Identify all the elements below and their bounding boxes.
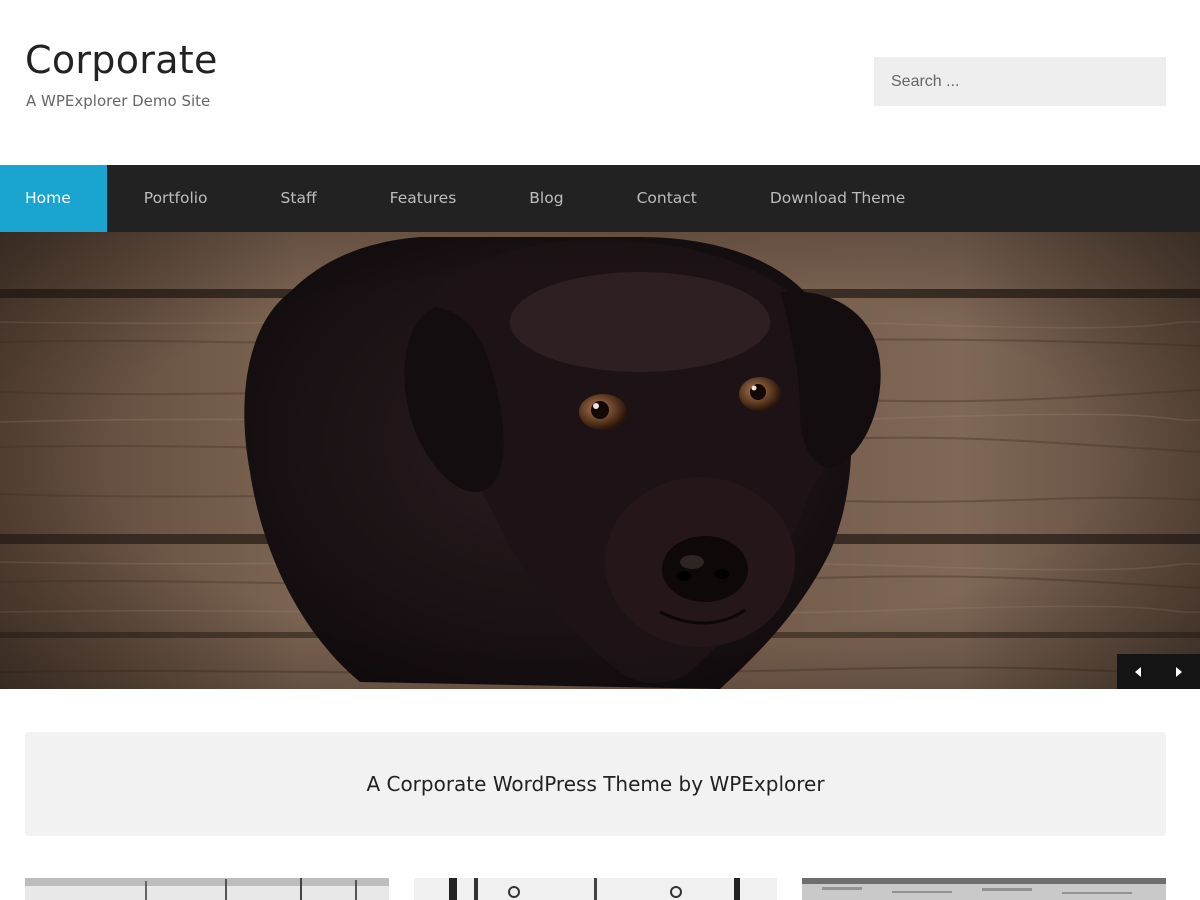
portfolio-thumbnail[interactable] <box>25 878 389 900</box>
grayscale-texture-image <box>802 878 1166 900</box>
slider-controls <box>1117 654 1200 689</box>
hero-slider[interactable] <box>0 232 1200 689</box>
intro-text: A Corporate WordPress Theme by WPExplore… <box>366 772 825 796</box>
slider-next-button[interactable] <box>1158 654 1199 689</box>
hero-puppy-image <box>0 232 1200 689</box>
portfolio-thumbnail[interactable] <box>414 878 777 900</box>
search-input[interactable] <box>874 57 1166 106</box>
intro-banner: A Corporate WordPress Theme by WPExplore… <box>25 732 1166 836</box>
site-tagline: A WPExplorer Demo Site <box>26 92 211 110</box>
nav-item-staff[interactable]: Staff <box>244 165 353 232</box>
triangle-left-icon <box>1134 666 1141 677</box>
nav-item-download-theme[interactable]: Download Theme <box>733 165 941 232</box>
portfolio-thumbnail[interactable] <box>802 878 1166 900</box>
main-navigation: Home Portfolio Staff Features Blog Conta… <box>0 165 1200 232</box>
nav-item-contact[interactable]: Contact <box>600 165 733 232</box>
grayscale-landscape-image <box>25 878 389 900</box>
site-header: Corporate A WPExplorer Demo Site <box>0 0 1200 165</box>
nav-item-features[interactable]: Features <box>353 165 493 232</box>
grayscale-interior-image <box>414 878 777 900</box>
nav-item-home[interactable]: Home <box>0 165 107 232</box>
site-title[interactable]: Corporate <box>25 38 218 82</box>
slider-prev-button[interactable] <box>1117 654 1158 689</box>
nav-item-portfolio[interactable]: Portfolio <box>107 165 244 232</box>
nav-item-blog[interactable]: Blog <box>492 165 599 232</box>
triangle-right-icon <box>1175 666 1182 677</box>
